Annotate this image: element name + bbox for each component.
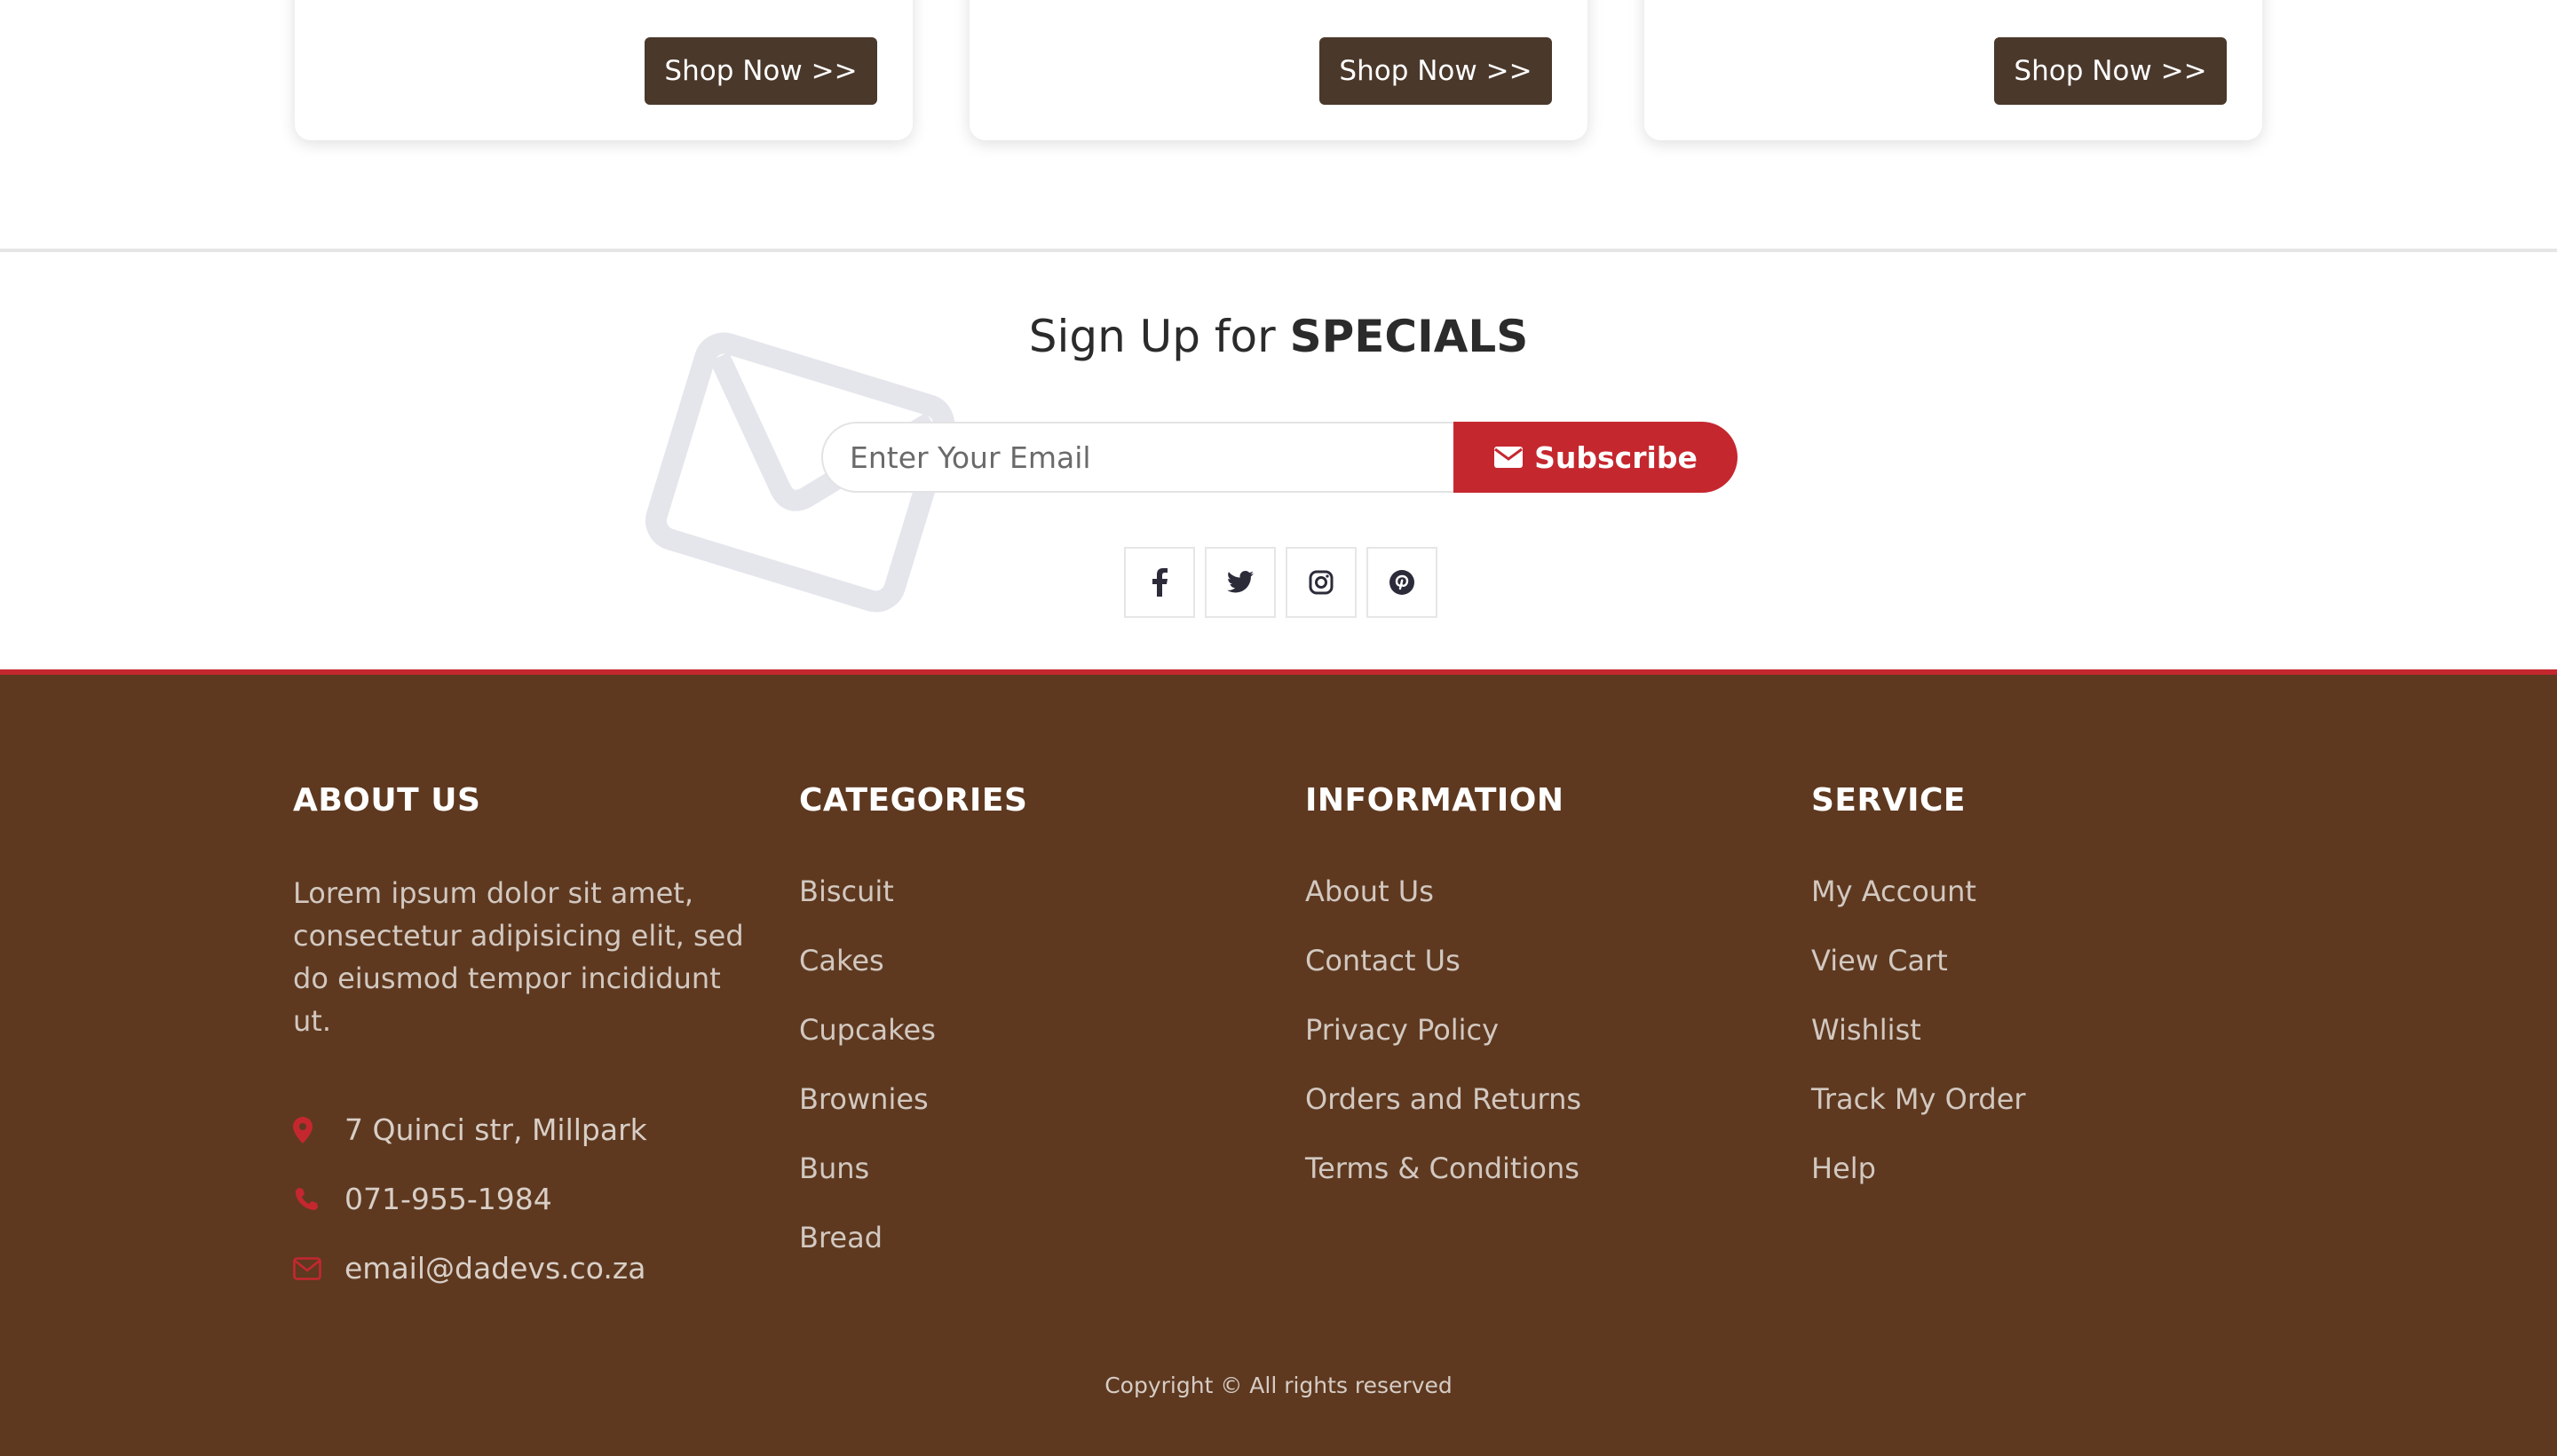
footer-link-terms[interactable]: Terms & Conditions (1305, 1151, 1581, 1220)
facebook-icon (1152, 568, 1168, 597)
email-input[interactable] (821, 422, 1457, 493)
footer-link-bread[interactable]: Bread (799, 1220, 1027, 1289)
footer-link-cakes[interactable]: Cakes (799, 943, 1027, 1012)
categories-list: Biscuit Cakes Cupcakes Brownies Buns Bre… (799, 874, 1027, 1289)
subscribe-label: Subscribe (1534, 439, 1698, 475)
footer-link-about-us[interactable]: About Us (1305, 874, 1581, 943)
product-card: Shop Now >> (295, 0, 913, 140)
footer-link-contact-us[interactable]: Contact Us (1305, 943, 1581, 1012)
contact-address: 7 Quinci str, Millpark (293, 1096, 755, 1165)
envelope-icon (293, 1257, 321, 1280)
footer-link-orders-returns[interactable]: Orders and Returns (1305, 1081, 1581, 1151)
signup-title: Sign Up for SPECIALS (0, 311, 2557, 362)
footer-link-brownies[interactable]: Brownies (799, 1081, 1027, 1151)
envelope-icon (1494, 447, 1524, 468)
copyright-text: Copyright © All rights reserved (1104, 1373, 1453, 1398)
footer-categories-column: CATEGORIES Biscuit Cakes Cupcakes Browni… (799, 781, 1027, 1289)
phone-icon (295, 1188, 318, 1210)
product-card: Shop Now >> (970, 0, 1587, 140)
footer-link-help[interactable]: Help (1811, 1151, 2026, 1220)
contact-list: 7 Quinci str, Millpark 071-955-1984 emai… (293, 1096, 755, 1303)
footer-link-track-order[interactable]: Track My Order (1811, 1081, 2026, 1151)
instagram-link[interactable] (1286, 547, 1357, 618)
footer-link-view-cart[interactable]: View Cart (1811, 943, 2026, 1012)
contact-address-text: 7 Quinci str, Millpark (344, 1112, 647, 1147)
contact-email: email@dadevs.co.za (293, 1234, 755, 1303)
footer-about-column: ABOUT US Lorem ipsum dolor sit amet, con… (293, 781, 755, 1303)
footer-about-text: Lorem ipsum dolor sit amet, consectetur … (293, 876, 744, 1038)
footer-link-cupcakes[interactable]: Cupcakes (799, 1012, 1027, 1081)
footer-service-column: SERVICE My Account View Cart Wishlist Tr… (1811, 781, 2026, 1220)
signup-title-emphasis: SPECIALS (1289, 311, 1529, 362)
service-list: My Account View Cart Wishlist Track My O… (1811, 874, 2026, 1220)
shop-now-button[interactable]: Shop Now >> (645, 37, 877, 105)
footer-link-privacy-policy[interactable]: Privacy Policy (1305, 1012, 1581, 1081)
instagram-icon (1309, 570, 1334, 595)
product-card: Shop Now >> (1644, 0, 2262, 140)
contact-phone-text: 071-955-1984 (344, 1182, 552, 1216)
footer-link-my-account[interactable]: My Account (1811, 874, 2026, 943)
information-list: About Us Contact Us Privacy Policy Order… (1305, 874, 1581, 1220)
footer-information-column: INFORMATION About Us Contact Us Privacy … (1305, 781, 1581, 1220)
product-cards-row: Shop Now >> Shop Now >> Shop Now >> (0, 0, 2557, 250)
contact-email-text: email@dadevs.co.za (344, 1251, 646, 1286)
shop-now-button[interactable]: Shop Now >> (1319, 37, 1552, 105)
footer-about-heading: ABOUT US (293, 782, 481, 819)
footer-service-heading: SERVICE (1811, 782, 1967, 819)
pinterest-icon (1389, 570, 1414, 595)
twitter-icon (1227, 571, 1254, 593)
footer-information-heading: INFORMATION (1305, 782, 1564, 819)
map-pin-icon (293, 1117, 313, 1143)
newsletter-section: Sign Up for SPECIALS Subscribe (0, 252, 2557, 669)
shop-now-button[interactable]: Shop Now >> (1994, 37, 2227, 105)
subscribe-button[interactable]: Subscribe (1453, 422, 1738, 493)
contact-phone: 071-955-1984 (293, 1165, 755, 1234)
facebook-link[interactable] (1124, 547, 1195, 618)
footer-link-buns[interactable]: Buns (799, 1151, 1027, 1220)
signup-title-prefix: Sign Up for (1028, 311, 1276, 362)
footer-link-biscuit[interactable]: Biscuit (799, 874, 1027, 943)
twitter-link[interactable] (1205, 547, 1276, 618)
social-links (1124, 547, 1437, 618)
footer-categories-heading: CATEGORIES (799, 782, 1028, 819)
pinterest-link[interactable] (1366, 547, 1437, 618)
site-footer: ABOUT US Lorem ipsum dolor sit amet, con… (0, 669, 2557, 1456)
signup-form: Subscribe (821, 422, 1738, 493)
footer-link-wishlist[interactable]: Wishlist (1811, 1012, 2026, 1081)
